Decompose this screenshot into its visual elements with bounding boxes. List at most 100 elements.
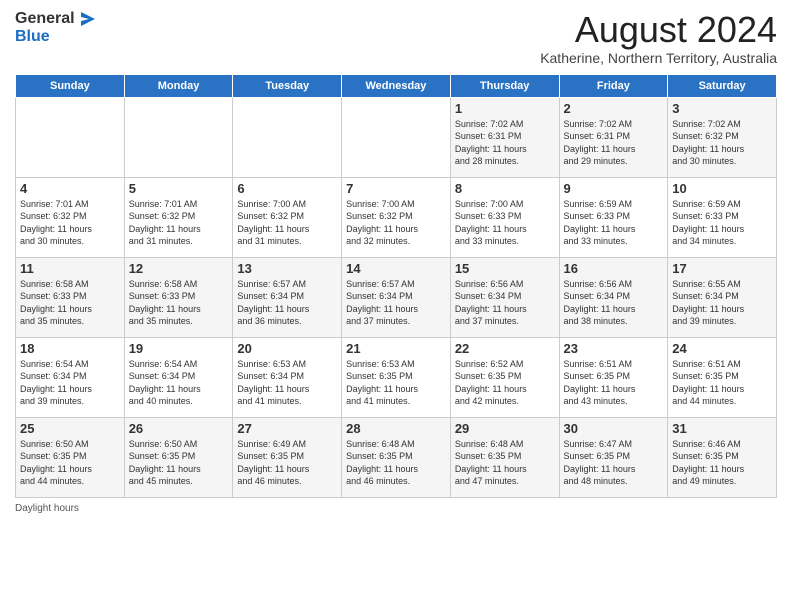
main-title: August 2024 [540,10,777,50]
calendar-cell: 3Sunrise: 7:02 AM Sunset: 6:32 PM Daylig… [668,97,777,177]
column-header-friday: Friday [559,74,668,97]
column-header-monday: Monday [124,74,233,97]
calendar-cell: 18 Sunrise: 6:54 AM Sunset: 6:34 PM Dayli… [16,337,125,417]
calendar-cell: 31 Sunrise: 6:46 AM Sunset: 6:35 PM Dayli… [668,417,777,497]
logo: General Blue [15,10,95,46]
week-row-2: 4 Sunrise: 7:01 AM Sunset: 6:32 PM Daylig… [16,177,777,257]
calendar-cell: 21Sunrise: 6:53 AM Sunset: 6:35 PM Dayli… [342,337,451,417]
day-info: Sunrise: 6:49 AM Sunset: 6:35 PM Dayligh… [237,438,337,488]
subtitle: Katherine, Northern Territory, Australia [540,50,777,66]
calendar-cell: 28Sunrise: 6:48 AM Sunset: 6:35 PM Dayli… [342,417,451,497]
header: General Blue August 2024 Katherine, Nort… [15,10,777,66]
day-info: Sunrise: 6:47 AM Sunset: 6:35 PM Dayligh… [564,438,664,488]
day-info: Sunrise: 6:53 AM Sunset: 6:35 PM Dayligh… [346,358,446,408]
day-info: Sunrise: 6:58 AM Sunset: 6:33 PM Dayligh… [129,278,229,328]
calendar-cell: 8Sunrise: 7:00 AM Sunset: 6:33 PM Daylig… [450,177,559,257]
day-number: 11 [20,261,120,276]
day-info: Sunrise: 6:56 AM Sunset: 6:34 PM Dayligh… [455,278,555,328]
title-block: August 2024 Katherine, Northern Territor… [540,10,777,66]
day-info: Sunrise: 6:46 AM Sunset: 6:35 PM Dayligh… [672,438,772,488]
calendar-cell: 13Sunrise: 6:57 AM Sunset: 6:34 PM Dayli… [233,257,342,337]
day-info: Sunrise: 7:02 AM Sunset: 6:31 PM Dayligh… [564,118,664,168]
day-number: 12 [129,261,229,276]
day-info: Sunrise: 6:50 AM Sunset: 6:35 PM Dayligh… [129,438,229,488]
calendar-cell: 29 Sunrise: 6:48 AM Sunset: 6:35 PM Dayli… [450,417,559,497]
day-number: 7 [346,181,446,196]
day-info: Sunrise: 7:02 AM Sunset: 6:32 PM Dayligh… [672,118,772,168]
calendar-cell: 23Sunrise: 6:51 AM Sunset: 6:35 PM Dayli… [559,337,668,417]
day-number: 22 [455,341,555,356]
day-info: Sunrise: 6:58 AM Sunset: 6:33 PM Dayligh… [20,278,120,328]
logo-arrow-icon [77,10,95,28]
day-info: Sunrise: 6:50 AM Sunset: 6:35 PM Dayligh… [20,438,120,488]
day-number: 15 [455,261,555,276]
day-number: 13 [237,261,337,276]
calendar-cell: 4 Sunrise: 7:01 AM Sunset: 6:32 PM Daylig… [16,177,125,257]
calendar-cell: 26 Sunrise: 6:50 AM Sunset: 6:35 PM Dayli… [124,417,233,497]
calendar-cell: 22 Sunrise: 6:52 AM Sunset: 6:35 PM Dayli… [450,337,559,417]
column-header-wednesday: Wednesday [342,74,451,97]
day-number: 5 [129,181,229,196]
week-row-3: 11 Sunrise: 6:58 AM Sunset: 6:33 PM Dayli… [16,257,777,337]
day-number: 31 [672,421,772,436]
calendar-cell: 24Sunrise: 6:51 AM Sunset: 6:35 PM Dayli… [668,337,777,417]
day-info: Sunrise: 6:48 AM Sunset: 6:35 PM Dayligh… [455,438,555,488]
calendar-cell: 14Sunrise: 6:57 AM Sunset: 6:34 PM Dayli… [342,257,451,337]
day-info: Sunrise: 6:51 AM Sunset: 6:35 PM Dayligh… [672,358,772,408]
day-number: 14 [346,261,446,276]
header-row: SundayMondayTuesdayWednesdayThursdayFrid… [16,74,777,97]
day-info: Sunrise: 6:59 AM Sunset: 6:33 PM Dayligh… [564,198,664,248]
logo-blue: Blue [15,28,95,46]
day-info: Sunrise: 6:54 AM Sunset: 6:34 PM Dayligh… [20,358,120,408]
calendar-cell [16,97,125,177]
calendar-cell: 27 Sunrise: 6:49 AM Sunset: 6:35 PM Dayli… [233,417,342,497]
day-number: 9 [564,181,664,196]
day-info: Sunrise: 6:55 AM Sunset: 6:34 PM Dayligh… [672,278,772,328]
day-number: 20 [237,341,337,356]
day-number: 29 [455,421,555,436]
calendar-cell: 19Sunrise: 6:54 AM Sunset: 6:34 PM Dayli… [124,337,233,417]
logo-text: General Blue [15,10,95,46]
day-number: 18 [20,341,120,356]
calendar-cell [124,97,233,177]
day-number: 2 [564,101,664,116]
day-info: Sunrise: 6:48 AM Sunset: 6:35 PM Dayligh… [346,438,446,488]
calendar-cell: 6Sunrise: 7:00 AM Sunset: 6:32 PM Daylig… [233,177,342,257]
page: General Blue August 2024 Katherine, Nort… [0,0,792,612]
day-number: 16 [564,261,664,276]
daylight-label: Daylight hours [15,503,79,514]
day-info: Sunrise: 7:01 AM Sunset: 6:32 PM Dayligh… [20,198,120,248]
column-header-saturday: Saturday [668,74,777,97]
day-number: 26 [129,421,229,436]
calendar-cell: 20 Sunrise: 6:53 AM Sunset: 6:34 PM Dayli… [233,337,342,417]
calendar-table: SundayMondayTuesdayWednesdayThursdayFrid… [15,74,777,498]
day-info: Sunrise: 7:00 AM Sunset: 6:32 PM Dayligh… [237,198,337,248]
day-number: 1 [455,101,555,116]
day-number: 4 [20,181,120,196]
day-info: Sunrise: 6:53 AM Sunset: 6:34 PM Dayligh… [237,358,337,408]
calendar-cell: 10Sunrise: 6:59 AM Sunset: 6:33 PM Dayli… [668,177,777,257]
calendar-cell: 30Sunrise: 6:47 AM Sunset: 6:35 PM Dayli… [559,417,668,497]
day-info: Sunrise: 7:01 AM Sunset: 6:32 PM Dayligh… [129,198,229,248]
calendar-cell: 15 Sunrise: 6:56 AM Sunset: 6:34 PM Dayli… [450,257,559,337]
logo-general: General [15,10,75,28]
footer: Daylight hours [15,503,777,514]
day-info: Sunrise: 6:52 AM Sunset: 6:35 PM Dayligh… [455,358,555,408]
day-info: Sunrise: 6:56 AM Sunset: 6:34 PM Dayligh… [564,278,664,328]
day-number: 10 [672,181,772,196]
calendar-cell: 9 Sunrise: 6:59 AM Sunset: 6:33 PM Daylig… [559,177,668,257]
day-number: 27 [237,421,337,436]
calendar-cell: 7Sunrise: 7:00 AM Sunset: 6:32 PM Daylig… [342,177,451,257]
week-row-1: 1 Sunrise: 7:02 AM Sunset: 6:31 PM Daylig… [16,97,777,177]
day-info: Sunrise: 6:54 AM Sunset: 6:34 PM Dayligh… [129,358,229,408]
day-number: 25 [20,421,120,436]
day-info: Sunrise: 6:51 AM Sunset: 6:35 PM Dayligh… [564,358,664,408]
week-row-5: 25 Sunrise: 6:50 AM Sunset: 6:35 PM Dayli… [16,417,777,497]
calendar-cell [342,97,451,177]
calendar-cell: 11 Sunrise: 6:58 AM Sunset: 6:33 PM Dayli… [16,257,125,337]
calendar-cell: 1Sunrise: 7:02 AM Sunset: 6:31 PM Daylig… [450,97,559,177]
day-number: 17 [672,261,772,276]
day-info: Sunrise: 7:00 AM Sunset: 6:33 PM Dayligh… [455,198,555,248]
calendar-cell: 12 Sunrise: 6:58 AM Sunset: 6:33 PM Dayli… [124,257,233,337]
calendar-cell: 5 Sunrise: 7:01 AM Sunset: 6:32 PM Daylig… [124,177,233,257]
